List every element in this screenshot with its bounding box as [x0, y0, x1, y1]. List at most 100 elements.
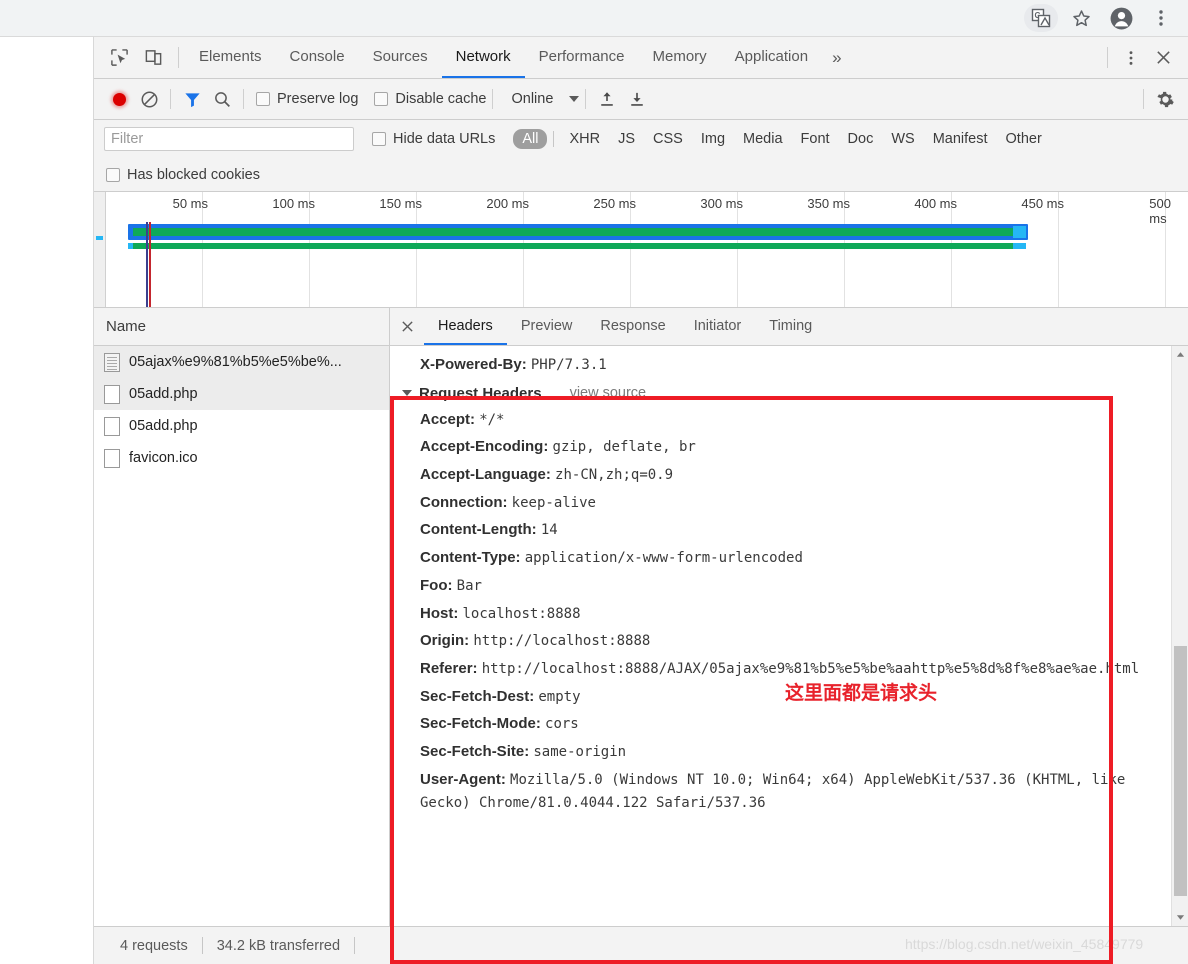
- view-source-link[interactable]: view source: [570, 385, 647, 401]
- profile-avatar-icon[interactable]: [1104, 4, 1138, 32]
- search-icon[interactable]: [207, 84, 237, 114]
- overview-bar-primary: [133, 228, 1013, 236]
- translate-icon[interactable]: G: [1024, 4, 1058, 32]
- filter-type-media[interactable]: Media: [734, 129, 792, 149]
- browser-toolbar: G: [0, 0, 1188, 36]
- throttling-select[interactable]: Online: [511, 91, 580, 107]
- devtools-close-icon[interactable]: [1148, 43, 1178, 73]
- preserve-log-box: [256, 92, 270, 106]
- network-main: Name 05ajax%e9%81%b5%e5%be%... 05add.php…: [94, 308, 1188, 926]
- import-har-button[interactable]: [592, 84, 622, 114]
- header-value: http://localhost:8888/AJAX/05ajax%e9%81%…: [481, 660, 1140, 677]
- tab-memory[interactable]: Memory: [639, 37, 721, 78]
- filter-type-xhr[interactable]: XHR: [560, 129, 609, 149]
- tab-sources[interactable]: Sources: [359, 37, 442, 78]
- header-key: X-Powered-By:: [420, 356, 527, 373]
- chrome-menu-icon[interactable]: [1144, 4, 1178, 32]
- document-icon: [104, 352, 120, 372]
- network-settings-gear-icon[interactable]: [1150, 84, 1180, 114]
- table-row[interactable]: 05add.php: [94, 378, 389, 410]
- request-list: 05ajax%e9%81%b5%e5%be%... 05add.php 05ad…: [94, 346, 389, 926]
- net-toolbar-divider-1: [170, 89, 171, 109]
- request-name: 05add.php: [129, 418, 198, 434]
- header-row: Sec-Fetch-Site: same-origin: [390, 738, 1188, 766]
- tab-initiator[interactable]: Initiator: [680, 308, 756, 345]
- header-key: Host:: [420, 604, 459, 622]
- scroll-up-arrow-icon[interactable]: [1172, 346, 1188, 363]
- record-button[interactable]: [104, 84, 134, 114]
- devtools-settings-menu-icon[interactable]: [1116, 43, 1146, 73]
- network-filter-bar: Filter Hide data URLs All XHR JS CSS Img…: [94, 120, 1188, 158]
- table-row[interactable]: 05add.php: [94, 410, 389, 442]
- close-detail-icon[interactable]: [390, 308, 424, 345]
- filter-type-doc[interactable]: Doc: [839, 129, 883, 149]
- file-icon: [104, 448, 120, 468]
- scrollbar-thumb[interactable]: [1174, 646, 1187, 896]
- preserve-log-checkbox[interactable]: Preserve log: [256, 91, 358, 107]
- header-key: Sec-Fetch-Mode:: [420, 715, 541, 733]
- tab-preview[interactable]: Preview: [507, 308, 587, 345]
- clear-button[interactable]: [134, 84, 164, 114]
- header-value: gzip, deflate, br: [552, 439, 696, 456]
- headers-content: X-Powered-By: PHP/7.3.1 Request Headers …: [390, 346, 1188, 926]
- file-icon: [104, 384, 120, 404]
- tab-network[interactable]: Network: [441, 37, 525, 78]
- detail-scrollbar[interactable]: [1171, 346, 1188, 926]
- filter-type-img[interactable]: Img: [692, 129, 734, 149]
- tab-console[interactable]: Console: [276, 37, 359, 78]
- header-value: keep-alive: [511, 494, 596, 511]
- overview-tick: 450 ms: [1021, 196, 1064, 211]
- network-overview[interactable]: 50 ms 100 ms 150 ms 200 ms 250 ms 300 ms…: [94, 192, 1188, 308]
- filter-type-all[interactable]: All: [513, 129, 548, 149]
- header-value: localhost:8888: [462, 605, 581, 622]
- hide-data-urls-checkbox[interactable]: Hide data URLs: [372, 131, 495, 147]
- devtools-tabbar-actions: [1101, 37, 1188, 78]
- device-toolbar-icon[interactable]: [140, 45, 166, 71]
- devtools-tab-list: Elements Console Sources Network Perform…: [185, 37, 1101, 78]
- devtools-panel: Elements Console Sources Network Perform…: [94, 36, 1188, 964]
- bookmark-star-icon[interactable]: [1064, 4, 1098, 32]
- chevron-down-icon: [569, 96, 580, 102]
- disable-cache-checkbox[interactable]: Disable cache: [374, 91, 486, 107]
- filter-type-font[interactable]: Font: [792, 129, 839, 149]
- filter-type-manifest[interactable]: Manifest: [924, 129, 997, 149]
- tab-application[interactable]: Application: [721, 37, 822, 78]
- header-key: User-Agent:: [420, 770, 506, 788]
- section-title: Request Headers: [419, 384, 542, 402]
- overview-tick: 100 ms: [272, 196, 315, 211]
- tab-performance[interactable]: Performance: [525, 37, 639, 78]
- filter-input[interactable]: Filter: [104, 127, 354, 151]
- header-row: X-Powered-By: PHP/7.3.1: [390, 346, 1188, 379]
- browser-action-icons: G: [1024, 4, 1188, 32]
- request-list-panel: Name 05ajax%e9%81%b5%e5%be%... 05add.php…: [94, 308, 390, 926]
- overview-tick: 400 ms: [914, 196, 957, 211]
- header-key: Foo:: [420, 576, 453, 594]
- filter-type-ws[interactable]: WS: [882, 129, 923, 149]
- filter-type-css[interactable]: CSS: [644, 129, 692, 149]
- network-toolbar: Preserve log Disable cache Online: [94, 79, 1188, 120]
- filter-divider: [553, 131, 555, 147]
- table-row[interactable]: 05ajax%e9%81%b5%e5%be%...: [94, 346, 389, 378]
- overview-left-marker: [96, 236, 103, 240]
- inspect-element-icon[interactable]: [106, 45, 132, 71]
- tab-headers[interactable]: Headers: [424, 308, 507, 345]
- filter-type-other[interactable]: Other: [997, 129, 1051, 149]
- request-headers-section-toggle[interactable]: Request Headers view source: [390, 379, 1188, 406]
- scroll-down-arrow-icon[interactable]: [1172, 909, 1188, 926]
- request-detail-panel: Headers Preview Response Initiator Timin…: [390, 308, 1188, 926]
- request-column-header[interactable]: Name: [94, 308, 389, 346]
- tab-elements[interactable]: Elements: [185, 37, 276, 78]
- export-har-button[interactable]: [622, 84, 652, 114]
- header-key: Content-Length:: [420, 521, 537, 539]
- tab-response[interactable]: Response: [586, 308, 679, 345]
- more-tabs-icon[interactable]: »: [822, 37, 851, 78]
- net-toolbar-divider-3: [492, 89, 494, 109]
- filter-toggle-icon[interactable]: [177, 84, 207, 114]
- has-blocked-cookies-checkbox[interactable]: Has blocked cookies: [106, 167, 260, 183]
- header-value: cors: [545, 716, 579, 733]
- tab-timing[interactable]: Timing: [755, 308, 826, 345]
- table-row[interactable]: favicon.ico: [94, 442, 389, 474]
- annotation-text: 这里面都是请求头: [785, 683, 938, 704]
- filter-type-js[interactable]: JS: [609, 129, 644, 149]
- detail-tabbar: Headers Preview Response Initiator Timin…: [390, 308, 1188, 346]
